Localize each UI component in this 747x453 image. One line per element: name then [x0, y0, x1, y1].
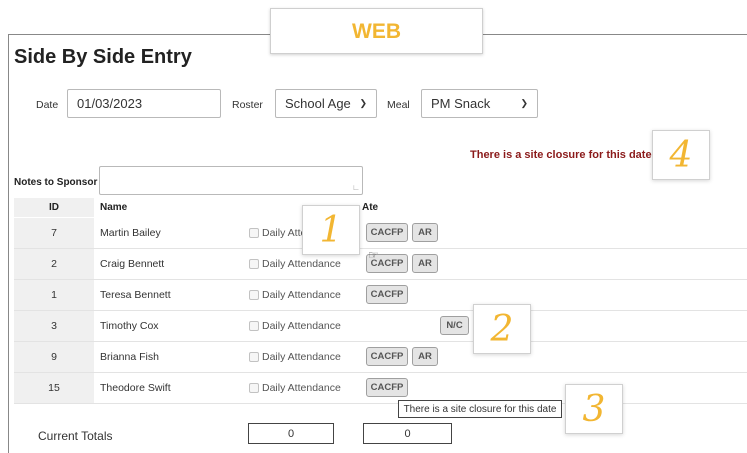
cacfp-button[interactable]: CACFP	[366, 347, 408, 366]
daily-attendance-label: Daily Attendance	[262, 351, 341, 363]
notes-to-sponsor-input[interactable]: ∟	[99, 166, 363, 195]
row-name: Craig Bennett	[100, 258, 165, 270]
daily-attendance-label: Daily Attendance	[262, 258, 341, 270]
row-id: 2	[14, 249, 94, 279]
ar-button[interactable]: AR	[412, 347, 438, 366]
meal-value: PM Snack	[431, 96, 491, 111]
row-id: 3	[14, 311, 94, 341]
roster-select[interactable]: School Age ❯	[275, 89, 377, 118]
daily-attendance-checkbox[interactable]: Daily Attendance	[249, 382, 341, 394]
table-row: 1 Teresa Bennett Daily Attendance CACFP	[14, 280, 747, 311]
site-closure-tooltip: There is a site closure for this date	[398, 400, 562, 418]
daily-attendance-label: Daily Attendance	[262, 289, 341, 301]
site-closure-message: There is a site closure for this date	[470, 149, 652, 161]
daily-attendance-label: Daily Attendance	[262, 320, 341, 332]
row-name: Brianna Fish	[100, 351, 159, 363]
daily-attendance-checkbox[interactable]: Daily Attendance	[249, 320, 341, 332]
roster-label: Roster	[232, 99, 263, 111]
header-id: ID	[49, 202, 59, 213]
daily-attendance-checkbox[interactable]: Daily Attendance	[249, 351, 341, 363]
page-title: Side By Side Entry	[14, 46, 192, 68]
frame-border-top-right	[483, 34, 747, 35]
row-id: 9	[14, 342, 94, 372]
row-name: Martin Bailey	[100, 227, 161, 239]
hand-pointer-icon: ☞	[368, 248, 379, 262]
total-ate: 0	[363, 423, 452, 444]
ar-button[interactable]: AR	[412, 254, 438, 273]
total-attendance: 0	[248, 423, 334, 444]
table-row: 3 Timothy Cox Daily Attendance N/C	[14, 311, 747, 342]
callout-2: 2	[473, 304, 531, 354]
chevron-down-icon: ❯	[359, 98, 367, 108]
roster-value: School Age	[285, 96, 351, 111]
checkbox-icon[interactable]	[249, 259, 259, 269]
row-id: 7	[14, 218, 94, 248]
meal-select[interactable]: PM Snack ❯	[421, 89, 538, 118]
checkbox-icon[interactable]	[249, 383, 259, 393]
table-row: 15 Theodore Swift Daily Attendance CACFP	[14, 373, 747, 404]
frame-border-left	[8, 34, 9, 453]
checkbox-icon[interactable]	[249, 290, 259, 300]
nc-button[interactable]: N/C	[440, 316, 469, 335]
checkbox-icon[interactable]	[249, 228, 259, 238]
date-value: 01/03/2023	[77, 96, 143, 111]
meal-label: Meal	[387, 99, 410, 111]
cacfp-button[interactable]: CACFP	[366, 378, 408, 397]
callout-1: 1	[302, 205, 360, 255]
callout-3: 3	[565, 384, 623, 434]
row-name: Teresa Bennett	[100, 289, 171, 301]
row-name: Timothy Cox	[100, 320, 159, 332]
row-name: Theodore Swift	[100, 382, 171, 394]
table-row: 2 Craig Bennett Daily Attendance CACFP A…	[14, 249, 747, 280]
row-id: 15	[14, 373, 94, 403]
frame-border-top-left	[8, 34, 270, 35]
current-totals-label: Current Totals	[38, 429, 113, 443]
resize-grip-icon[interactable]: ∟	[352, 184, 360, 192]
daily-attendance-label: Daily Attendance	[262, 382, 341, 394]
table-row: 7 Martin Bailey Daily Attendance CACFP A…	[14, 218, 747, 249]
checkbox-icon[interactable]	[249, 321, 259, 331]
row-id: 1	[14, 280, 94, 310]
daily-attendance-checkbox[interactable]: Daily Attendance	[249, 258, 341, 270]
header-ate: Ate	[362, 202, 379, 213]
chevron-down-icon: ❯	[520, 98, 528, 108]
callout-4: 4	[652, 130, 710, 180]
header-name: Name	[100, 202, 128, 213]
notes-to-sponsor-label: Notes to Sponsor	[14, 177, 98, 188]
date-label: Date	[36, 99, 59, 111]
cacfp-button[interactable]: CACFP	[366, 285, 408, 304]
daily-attendance-checkbox[interactable]: Daily Attendance	[249, 289, 341, 301]
web-badge: WEB	[270, 8, 483, 54]
date-input[interactable]: 01/03/2023	[67, 89, 221, 118]
checkbox-icon[interactable]	[249, 352, 259, 362]
ar-button[interactable]: AR	[412, 223, 438, 242]
cacfp-button[interactable]: CACFP	[366, 223, 408, 242]
table-row: 9 Brianna Fish Daily Attendance CACFP AR	[14, 342, 747, 373]
